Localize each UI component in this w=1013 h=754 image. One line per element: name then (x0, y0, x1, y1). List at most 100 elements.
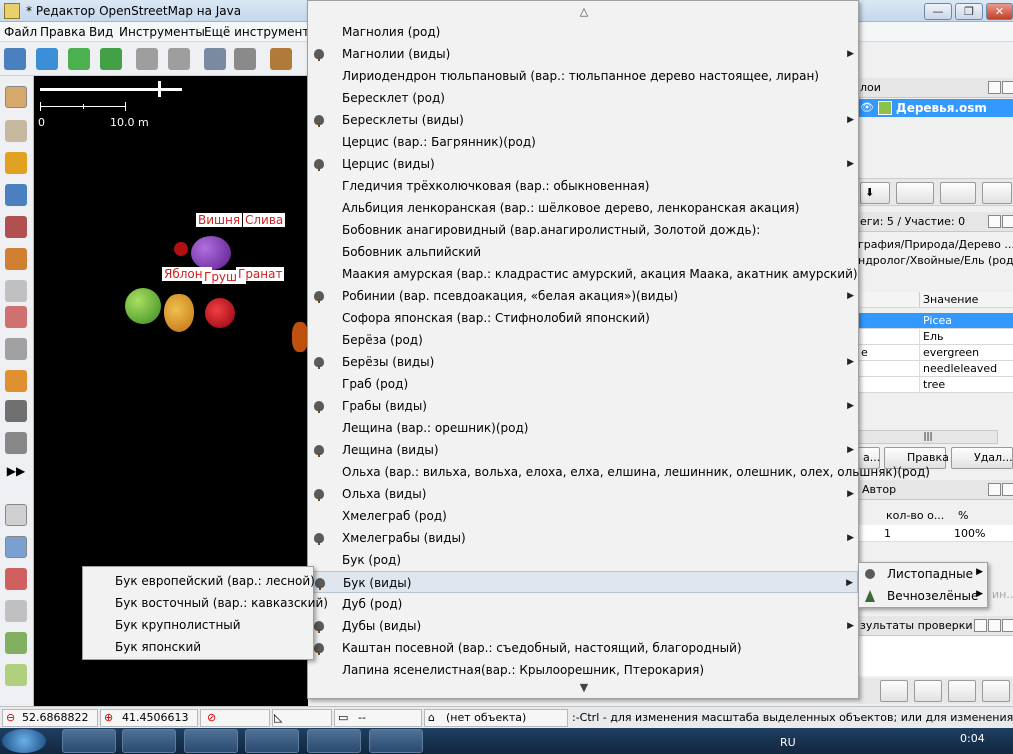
submenu-item-european-beech[interactable]: Бук европейский (вар.: лесной) (115, 574, 315, 588)
show-info-icon[interactable] (940, 182, 976, 204)
plum-icon[interactable] (191, 236, 231, 270)
author-close-icon[interactable] (1002, 483, 1013, 496)
menu-item-29[interactable]: Лапина ясенелистная(вар.: Крылоорешник, … (308, 659, 858, 681)
tree-preset-icon[interactable] (270, 48, 292, 70)
menu-item-1[interactable]: Магнолии (виды) ▶ (308, 43, 858, 65)
menu-item-5[interactable]: Церцис (вар.: Багрянник)(род) (308, 131, 858, 153)
validation-detach-icon[interactable] (988, 619, 1001, 632)
eye-icon[interactable]: 👁 (860, 101, 874, 114)
upload-icon[interactable] (100, 48, 122, 70)
menu-item-19[interactable]: Лещина (виды) ▶ (308, 439, 858, 461)
tag-key-4[interactable] (858, 377, 920, 393)
cherry-icon[interactable] (174, 242, 188, 256)
menu-item-26[interactable]: Дуб (род) (308, 593, 858, 615)
zoom-tool-icon[interactable] (5, 184, 27, 206)
grid-icon[interactable] (5, 432, 27, 454)
selection-list-icon[interactable] (5, 568, 27, 590)
notes-icon[interactable] (5, 664, 27, 686)
menu-item-17[interactable]: Грабы (виды) ▶ (308, 395, 858, 417)
submenu-item-deciduous[interactable]: Листопадные (887, 567, 973, 581)
download-icon[interactable] (68, 48, 90, 70)
menu-item-3[interactable]: Бересклет (род) (308, 87, 858, 109)
notepad-taskbar-icon[interactable] (245, 729, 299, 753)
tags-value-header[interactable]: Значение (920, 292, 1013, 308)
menu-edit[interactable]: Правка (40, 25, 86, 39)
menu-item-0[interactable]: Магнолия (род) (308, 21, 858, 43)
menu-item-28[interactable]: Каштан посевной (вар.: съедобный, настоя… (308, 637, 858, 659)
parallel-tool-icon[interactable] (5, 280, 27, 302)
tag-value-4[interactable]: tree (920, 377, 1013, 393)
submenu-item-japanese-beech[interactable]: Бук японский (115, 640, 201, 654)
relation-icon[interactable] (5, 600, 27, 622)
split-way-icon[interactable] (5, 306, 27, 328)
josm-taskbar-icon[interactable] (369, 729, 423, 753)
menu-item-6[interactable]: Церцис (виды) ▶ (308, 153, 858, 175)
tags-detach-icon[interactable] (988, 215, 1001, 228)
undo-icon[interactable] (136, 48, 158, 70)
improve-way-icon[interactable] (5, 248, 27, 270)
delete-tool-icon[interactable] (5, 216, 27, 238)
menu-item-14[interactable]: Берёза (род) (308, 329, 858, 351)
panel-close-icon[interactable] (1002, 81, 1013, 94)
tag-key-1[interactable] (858, 329, 920, 345)
menu-item-16[interactable]: Граб (род) (308, 373, 858, 395)
ignore-wrench-icon[interactable] (948, 680, 976, 702)
save-icon[interactable] (36, 48, 58, 70)
validator-icon[interactable] (5, 632, 27, 654)
pomegranate-icon[interactable] (205, 298, 235, 328)
scale-slider-handle[interactable] (158, 81, 161, 97)
menu-more-tools[interactable]: Ещё инструменты (204, 25, 319, 39)
menu-item-25[interactable]: Бук (виды) ▶ (308, 571, 858, 593)
chrome-taskbar-icon[interactable] (184, 729, 238, 753)
language-indicator[interactable]: RU (780, 736, 796, 749)
pear-icon[interactable] (164, 294, 194, 332)
delete-layer-icon[interactable] (982, 182, 1012, 204)
lasso-tool-icon[interactable] (5, 120, 27, 142)
tag-value-3[interactable]: needleleaved (920, 361, 1013, 377)
panel-detach-icon[interactable] (988, 81, 1001, 94)
extrude-icon[interactable] (5, 338, 27, 360)
layers-toggle-icon[interactable] (5, 504, 27, 526)
telegram-taskbar-icon[interactable] (307, 729, 361, 753)
close-button[interactable]: ✕ (986, 3, 1013, 20)
start-button[interactable] (2, 729, 46, 753)
delete-tag-button[interactable]: Удал... (951, 447, 1013, 469)
settings-wrench-icon[interactable] (982, 680, 1010, 702)
menu-item-11[interactable]: Маакия амурская (вар.: кладрастис амурск… (308, 263, 858, 285)
preset-link-1[interactable]: графия/Природа/Дерево ... (858, 238, 1013, 251)
author-col-count[interactable]: кол-во о... (886, 509, 944, 522)
layer-row-selected[interactable]: 👁 Деревья.osm (858, 99, 1013, 117)
menu-item-4[interactable]: Бересклеты (виды) ▶ (308, 109, 858, 131)
draw-tool-icon[interactable] (5, 152, 27, 174)
scroll-down-arrow[interactable]: ▼ (308, 681, 860, 694)
menu-item-22[interactable]: Хмелеграб (род) (308, 505, 858, 527)
menu-item-8[interactable]: Альбиция ленкоранская (вар.: шёлковое де… (308, 197, 858, 219)
scroll-up-arrow[interactable]: △ (308, 5, 860, 18)
menu-item-9[interactable]: Бобовник анагировидный (вар.анагиролистн… (308, 219, 858, 241)
open-file-icon[interactable] (4, 48, 26, 70)
validation-close-icon[interactable] (1002, 619, 1013, 632)
pencil-icon[interactable] (5, 370, 27, 392)
menu-item-10[interactable]: Бобовник альпийский (308, 241, 858, 263)
gpx-icon[interactable] (5, 400, 27, 422)
wireframe-icon[interactable] (234, 48, 256, 70)
apple-icon[interactable] (125, 288, 161, 324)
submenu-item-evergreen[interactable]: Вечнозелёные (887, 589, 978, 603)
preferences-icon[interactable] (204, 48, 226, 70)
menu-item-23[interactable]: Хмелеграбы (виды) ▶ (308, 527, 858, 549)
tag-value-2[interactable]: evergreen (920, 345, 1013, 361)
menu-item-13[interactable]: Софора японская (вар.: Стифнолобий японс… (308, 307, 858, 329)
menu-tools[interactable]: Инструменты (119, 25, 205, 39)
validate-check-icon[interactable] (880, 680, 908, 702)
clock-time[interactable]: 0:04 (960, 732, 985, 745)
tag-key-2[interactable]: е (858, 345, 920, 361)
menu-view[interactable]: Вид (89, 25, 113, 39)
menu-item-20[interactable]: Ольха (вар.: вильха, вольха, елоха, елха… (308, 461, 930, 483)
merge-layer-icon[interactable] (896, 182, 934, 204)
author-row[interactable]: 1 100% (858, 525, 1013, 542)
fast-forward-icon[interactable]: ▶▶ (5, 460, 27, 482)
tag-value-1[interactable]: Ель (920, 329, 1013, 345)
menu-item-7[interactable]: Гледичия трёхколючковая (вар.: обыкновен… (308, 175, 858, 197)
tag-key-3[interactable] (858, 361, 920, 377)
menu-item-15[interactable]: Берёзы (виды) ▶ (308, 351, 858, 373)
